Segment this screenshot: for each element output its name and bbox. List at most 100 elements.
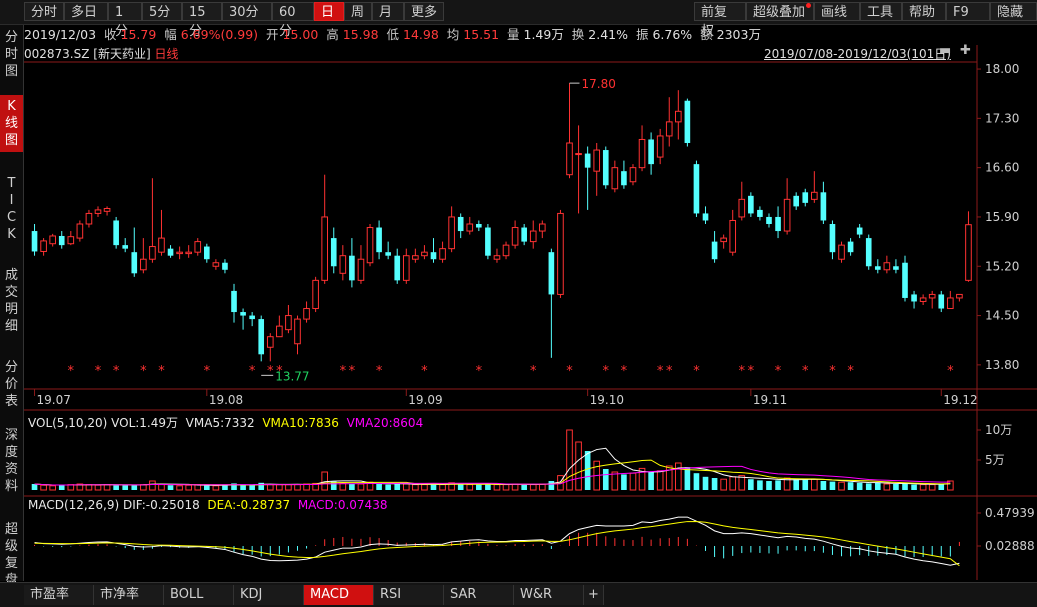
signal-star: * [748, 364, 755, 379]
price-tick-label: 15.90 [985, 210, 1019, 224]
x-tick-label: 19.10 [590, 393, 624, 407]
candle-body [911, 294, 917, 302]
candle-body [421, 251, 428, 257]
volume-bar [103, 484, 111, 491]
candle-body [611, 167, 619, 190]
candle-body [330, 238, 337, 267]
candle-body [847, 241, 854, 253]
indicator-tabs: 市盈率 市净率 BOLL KDJ MACD RSI SAR W&R + [0, 582, 1037, 607]
candle-body [811, 191, 818, 200]
candle-body [783, 198, 791, 232]
signal-star: * [657, 364, 664, 379]
candle-body [511, 227, 519, 246]
candle-body [493, 255, 501, 260]
candle-body [167, 248, 174, 256]
candle-body [439, 248, 446, 260]
volume-bar [321, 471, 328, 491]
candle-body [656, 135, 664, 158]
candle-body [584, 153, 591, 168]
indicator-tab-2[interactable]: BOLL [164, 585, 234, 605]
candle-body [711, 241, 718, 260]
signal-star: * [775, 364, 782, 379]
volume-bar [648, 472, 654, 490]
signal-star: * [276, 364, 283, 379]
volume-bar [621, 474, 627, 490]
volume-bar [602, 469, 609, 490]
macd-header: MACD(12,26,9) DIF:-0.25018 DEA:-0.28737 … [28, 498, 387, 512]
indicator-tab-5[interactable]: RSI [374, 585, 444, 605]
candle-body [648, 139, 654, 165]
candle-body [49, 235, 56, 245]
x-tick-label: 19.11 [753, 393, 787, 407]
signal-star: * [204, 364, 211, 379]
volume-bar [49, 485, 56, 491]
candle-body [194, 241, 202, 253]
volume-bar [122, 484, 129, 490]
candle-body [339, 255, 347, 274]
signal-star: * [802, 364, 809, 379]
indicator-tab-7[interactable]: W&R [514, 585, 584, 605]
candle-body [240, 312, 246, 316]
x-tick-label: 19.08 [209, 393, 243, 407]
volume-bar [793, 479, 799, 490]
price-tick-label: 17.30 [985, 111, 1019, 125]
signal-star: * [421, 364, 428, 379]
volume-bar [611, 471, 619, 491]
volume-bar [276, 484, 283, 491]
volume-bar [58, 485, 65, 490]
x-tick-label: 19.07 [37, 393, 71, 407]
candle-body [621, 171, 627, 186]
candle-body [485, 227, 491, 256]
indicator-tab-1[interactable]: 市净率 [94, 585, 164, 605]
candle-body [58, 235, 65, 246]
candle-body [131, 252, 138, 274]
candle-body [529, 230, 537, 243]
volume-bar [349, 484, 355, 490]
volume-bar [493, 484, 501, 491]
price-tick-label: 14.50 [985, 309, 1019, 323]
macd-header-dea: DEA:-0.28737 [207, 498, 291, 512]
candle-body [947, 297, 954, 310]
candle-body [638, 138, 646, 169]
signal-star: * [249, 364, 256, 379]
candle-body [394, 255, 401, 281]
candle-body [149, 246, 156, 260]
candle-body [113, 220, 119, 246]
volume-bar [412, 484, 419, 491]
candle-body [693, 164, 700, 214]
candle-body [357, 258, 365, 281]
indicator-tab-4[interactable]: MACD [304, 585, 374, 605]
volume-bar [928, 484, 936, 491]
max-price-label: 17.80 [582, 77, 616, 91]
add-tab-icon[interactable]: + [584, 585, 604, 605]
volume-bar [476, 484, 482, 490]
candle-body [366, 227, 374, 264]
candle-body [476, 224, 482, 228]
macd-tick-label: 0.47939 [985, 506, 1035, 520]
volume-bar [149, 480, 156, 491]
signal-star: * [621, 364, 628, 379]
candle-body [684, 100, 691, 143]
candle-body [856, 227, 863, 235]
volume-bar [94, 484, 102, 491]
volume-bar [158, 484, 165, 491]
volume-bar [176, 485, 183, 491]
x-tick-label: 19.12 [943, 393, 977, 407]
indicator-tab-0[interactable]: 市盈率 [24, 585, 94, 605]
candle-body [629, 167, 637, 183]
volume-bar [249, 485, 255, 490]
volume-bar [430, 484, 437, 490]
signal-star: * [68, 364, 75, 379]
vol-header: VOL(5,10,20) VOL:1.49万 VMA5:7332 VMA10:7… [28, 414, 423, 431]
candle-body [566, 142, 573, 176]
dea-line [34, 520, 960, 567]
volume-bar [711, 478, 718, 490]
candle-body [793, 195, 799, 207]
candle-body [665, 121, 673, 137]
indicator-tab-3[interactable]: KDJ [234, 585, 304, 605]
candle-body [140, 258, 147, 271]
candle-body [893, 266, 899, 270]
indicator-tab-6[interactable]: SAR [444, 585, 514, 605]
volume-bar [656, 470, 664, 491]
volume-bar [439, 484, 446, 491]
